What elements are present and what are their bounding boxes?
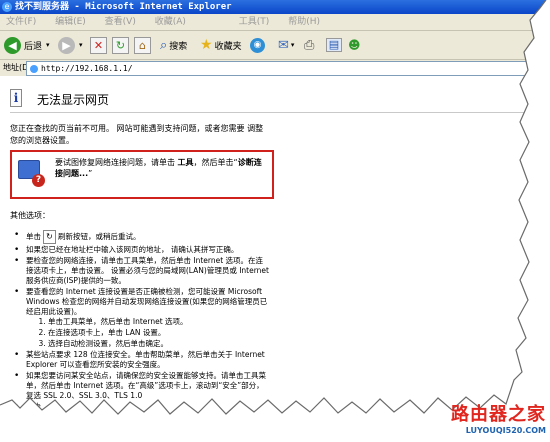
menu-tools[interactable]: 工具(T) (239, 17, 270, 27)
sub-steps: 单击工具菜单，然后单击 Internet 选项。 在连接选项卡上，单击 LAN … (26, 317, 270, 349)
diagnose-text: 要试图修复网络连接问题，请单击 工具，然后单击“诊断连接问题...” (55, 157, 269, 179)
list-item: 单击 (12, 402, 270, 412)
list-item: 单击↻刷新按钮，或稍后重试。 (12, 230, 270, 244)
scroll-up-icon[interactable]: ▲ (539, 78, 550, 90)
chevron-down-icon: ▾ (79, 41, 83, 49)
chevron-down-icon: ▾ (290, 41, 295, 49)
stop-button[interactable]: ✕ (90, 35, 107, 55)
opt-click: 单击 (26, 232, 41, 241)
opt-4: 要查看您的 Internet 连接设置是否正确被检测，您可能设置 Microso… (26, 287, 268, 316)
menu-help[interactable]: 帮助(H) (288, 17, 320, 27)
watermark: 路由器之家 LUYOUQI520.COM (428, 400, 546, 440)
help-icon: ? (32, 174, 45, 187)
back-label: 后退 (24, 41, 43, 52)
refresh-button[interactable]: ↻ (112, 35, 129, 55)
home-button[interactable]: ⌂ (134, 35, 151, 55)
title-bar: e 找不到服务器 - Microsoft Internet Explorer (0, 0, 550, 14)
list-item: 如果您要访问某安全站点，请确保您的安全设置能够支持。请单击工具菜单，然后单击 I… (12, 371, 270, 401)
print-icon: ⎙ (304, 37, 315, 53)
diag-text-1: 要试图修复网络连接问题，请单击 (55, 158, 178, 167)
sub-step: 在连接选项卡上，单击 LAN 设置。 (48, 328, 270, 338)
favorites-label: 收藏夹 (214, 41, 242, 52)
refresh-icon[interactable]: ↻ (43, 230, 56, 244)
edit-icon: ▤ (326, 38, 342, 52)
address-value: http://192.168.1.1/ (41, 64, 133, 73)
refresh-icon: ↻ (112, 36, 129, 54)
address-bar: 地址(D) http://192.168.1.1/ (0, 60, 550, 76)
messenger-button[interactable]: ☻ (348, 35, 361, 55)
page-title: 无法显示网页 (37, 93, 110, 107)
edit-button[interactable]: ▤ (326, 35, 342, 55)
list-item: 某些站点要求 128 位连接安全。单击帮助菜单，然后单击关于 Internet … (12, 350, 270, 370)
window-title: 找不到服务器 - Microsoft Internet Explorer (15, 2, 232, 12)
toolbar: ◀ 后退 ▾ ▶ ▾ ✕ ↻ ⌂ ⌕ 搜索 ★ 收藏夹 ◉ ✉ ▾ ⎙ ▤ ☻ (0, 31, 550, 60)
address-input[interactable]: http://192.168.1.1/ (26, 61, 538, 76)
messenger-icon: ☻ (348, 38, 361, 52)
mail-icon: ✉ (278, 37, 289, 53)
tools-menu-ref: 工具 (177, 158, 194, 167)
sub-step: 选择自动检测设置，然后单击确定。 (48, 339, 270, 349)
print-button[interactable]: ⎙ (304, 35, 314, 55)
diag-text-3: ” (88, 169, 93, 178)
home-icon: ⌂ (134, 36, 151, 54)
opt-refresh: 刷新按钮，或稍后重试。 (58, 232, 141, 241)
forward-button[interactable]: ▶ ▾ (58, 35, 83, 55)
back-button[interactable]: ◀ 后退 ▾ (4, 35, 50, 55)
mail-button[interactable]: ✉ ▾ (278, 35, 294, 55)
scroll-thumb[interactable] (539, 93, 550, 313)
star-icon: ★ (200, 37, 213, 53)
menu-edit[interactable]: 编辑(E) (55, 17, 86, 27)
search-label: 搜索 (169, 41, 188, 52)
vertical-scrollbar[interactable]: ▲ (537, 77, 550, 442)
favorites-button[interactable]: ★ 收藏夹 (200, 35, 242, 55)
divider (10, 112, 537, 113)
list-item: 要查看您的 Internet 连接设置是否正确被检测，您可能设置 Microso… (12, 287, 270, 349)
info-icon: i (10, 89, 22, 107)
menu-favorites[interactable]: 收藏(A) (155, 17, 186, 27)
ie-logo-icon: e (2, 2, 12, 12)
diagnose-highlight-box: ? 要试图修复网络连接问题，请单击 工具，然后单击“诊断连接问题...” (10, 150, 274, 199)
search-icon: ⌕ (160, 37, 168, 53)
watermark-brand: 路由器之家 (451, 404, 546, 425)
watermark-url: LUYOUQI520.COM (465, 426, 546, 435)
page-icon (30, 64, 38, 73)
media-button[interactable]: ◉ (250, 35, 265, 55)
menu-view[interactable]: 查看(V) (105, 17, 136, 27)
chevron-down-icon: ▾ (46, 41, 50, 49)
forward-arrow-icon: ▶ (58, 36, 75, 54)
list-item: 要检查您的网络连接，请单击工具菜单，然后单击 Internet 选项。在连接选项… (12, 256, 270, 286)
other-options-heading: 其他选项： (10, 211, 50, 220)
diag-text-2: ，然后单击“ (193, 158, 238, 167)
options-list: 单击↻刷新按钮，或稍后重试。 如果您已经在地址栏中输入该网页的地址， 请确认其拼… (12, 230, 270, 413)
menu-bar: 文件(F) 编辑(E) 查看(V) 收藏(A) 工具(T) 帮助(H) (0, 14, 550, 31)
stop-icon: ✕ (90, 36, 107, 54)
menu-file[interactable]: 文件(F) (6, 17, 36, 27)
search-button[interactable]: ⌕ 搜索 (160, 35, 187, 55)
intro-text: 您正在查找的页当前不可用。 网站可能遇到支持问题，或者您需要 调整您的浏览器设置… (10, 124, 264, 145)
media-icon: ◉ (250, 37, 265, 53)
list-item: 如果您已经在地址栏中输入该网页的地址， 请确认其拼写正确。 (12, 245, 270, 255)
back-arrow-icon: ◀ (4, 36, 21, 54)
sub-step: 单击工具菜单，然后单击 Internet 选项。 (48, 317, 270, 327)
